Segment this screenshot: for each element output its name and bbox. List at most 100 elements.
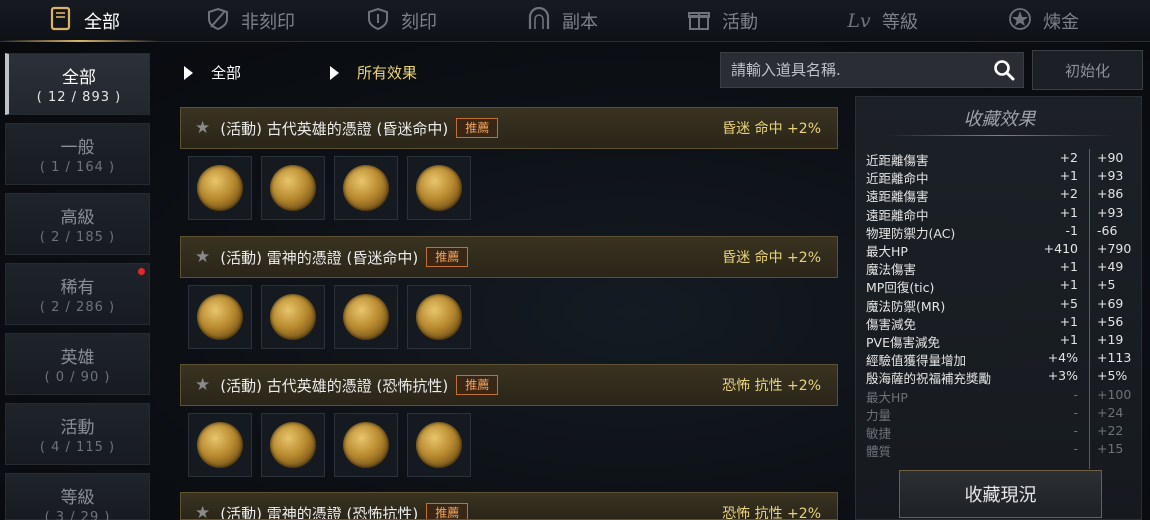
tab-event[interactable]: 活動 <box>686 0 758 42</box>
stat-total: +100 <box>1097 386 1132 402</box>
collection-group-header[interactable]: ★ (活動) 古代英雄的憑證 (恐怖抗性) 推薦 恐怖 抗性 +2% <box>180 364 838 406</box>
item-slot[interactable] <box>334 413 398 477</box>
stat-row: 體質 - +15 <box>866 441 1136 459</box>
stat-value: +1 <box>1059 277 1078 293</box>
reset-button[interactable]: 初始化 <box>1032 50 1143 90</box>
sidebar-item-label: 一般 <box>60 138 95 158</box>
item-slot[interactable] <box>407 413 471 477</box>
breadcrumb-all-effects[interactable]: 所有效果 <box>330 62 417 83</box>
item-slot[interactable] <box>407 156 471 220</box>
item-slot[interactable] <box>261 285 325 349</box>
collection-group-header[interactable]: ★ (活動) 雷神的憑證 (昏迷命中) 推薦 昏迷 命中 +2% <box>180 236 838 278</box>
breadcrumb-all[interactable]: 全部 <box>184 62 241 83</box>
stat-name: 物理防禦力(AC) <box>866 225 956 241</box>
stat-row: 經驗值獲得量增加 +4% +113 <box>866 350 1136 368</box>
search-icon[interactable] <box>993 59 1015 81</box>
stat-row: 力量 - +24 <box>866 405 1136 423</box>
coin-icon <box>197 422 243 468</box>
shield-icon <box>205 7 231 36</box>
sidebar-item-label: 英雄 <box>60 348 95 368</box>
stat-value: +3% <box>1047 368 1078 384</box>
tab-all[interactable]: 全部 <box>48 0 120 42</box>
stat-total: +15 <box>1097 441 1124 457</box>
coin-icon <box>270 165 316 211</box>
sidebar-item-normal[interactable]: 一般 ( 1 / 164 ) <box>5 123 150 185</box>
favorite-star-icon[interactable]: ★ <box>195 375 210 395</box>
stat-value: +1 <box>1059 168 1078 184</box>
sidebar-item-all[interactable]: 全部 ( 12 / 893 ) <box>5 53 150 115</box>
item-slot[interactable] <box>188 156 252 220</box>
gate-icon <box>526 6 552 36</box>
recommend-badge: 推薦 <box>456 118 499 138</box>
book-icon <box>48 6 74 37</box>
sidebar-item-count: ( 3 / 29 ) <box>44 510 111 520</box>
stat-value: - <box>1073 386 1078 402</box>
stat-total: +93 <box>1097 204 1124 220</box>
stat-value: -1 <box>1065 222 1078 238</box>
tab-engraved[interactable]: 刻印 <box>365 0 437 42</box>
item-slot[interactable] <box>407 285 471 349</box>
stat-total: +22 <box>1097 423 1124 438</box>
coin-icon <box>343 422 389 468</box>
stat-total: +19 <box>1097 332 1124 347</box>
active-tab-indicator <box>0 40 158 42</box>
stat-total: +5 <box>1097 277 1116 293</box>
tab-label: 等級 <box>882 12 918 33</box>
stat-row: 最大HP +410 +790 <box>866 241 1136 259</box>
tab-non-engraved[interactable]: 非刻印 <box>205 0 295 42</box>
sidebar-item-hero[interactable]: 英雄 ( 0 / 90 ) <box>5 333 150 395</box>
tab-dungeon[interactable]: 副本 <box>526 0 598 42</box>
favorite-star-icon[interactable]: ★ <box>195 247 210 267</box>
item-slot[interactable] <box>334 285 398 349</box>
stat-name: 體質 <box>866 444 892 460</box>
stat-row: PVE傷害減免 +1 +19 <box>866 332 1136 350</box>
sidebar-item-count: ( 1 / 164 ) <box>39 160 116 175</box>
sidebar-item-level[interactable]: 等級 ( 3 / 29 ) <box>5 473 150 520</box>
star-emblem-icon <box>1007 7 1033 36</box>
collection-status-button[interactable]: 收藏現況 <box>899 470 1102 518</box>
stat-name: 傷害減免 <box>866 316 917 332</box>
coin-icon <box>416 422 462 468</box>
sidebar-item-count: ( 2 / 286 ) <box>39 300 116 315</box>
sidebar-item-label: 全部 <box>62 68 96 88</box>
stat-value: +1 <box>1059 313 1078 329</box>
sidebar-item-count: ( 12 / 893 ) <box>36 90 122 105</box>
triangle-right-icon <box>330 65 339 80</box>
favorite-star-icon[interactable]: ★ <box>195 118 210 138</box>
recommend-badge: 推薦 <box>426 503 469 519</box>
collection-effect: 恐怖 抗性 +2% <box>722 506 821 520</box>
item-slot[interactable] <box>188 285 252 349</box>
item-slot[interactable] <box>188 413 252 477</box>
stat-value: - <box>1073 404 1078 420</box>
stat-name: 魔法傷害 <box>866 262 917 278</box>
stat-total: +113 <box>1097 350 1132 366</box>
tab-alchemy[interactable]: 煉金 <box>1007 0 1079 42</box>
coin-icon <box>416 294 462 340</box>
stat-name: 遠距離傷害 <box>866 189 929 205</box>
collection-effects-panel: 收藏效果 近距離傷害 +2 +90 近距離命中 +1 +93 遠距離傷害 +2 +86 遠距離命中… <box>855 96 1142 520</box>
stat-value: +410 <box>1043 241 1078 256</box>
shield-icon <box>365 7 391 36</box>
stat-row: MP回復(tic) +1 +5 <box>866 277 1136 295</box>
tab-label: 非刻印 <box>241 12 295 33</box>
sidebar-item-advanced[interactable]: 高級 ( 2 / 185 ) <box>5 193 150 255</box>
stat-total: +90 <box>1097 150 1124 165</box>
collection-group-header[interactable]: ★ (活動) 古代英雄的憑證 (昏迷命中) 推薦 昏迷 命中 +2% <box>180 107 838 149</box>
stat-total: +24 <box>1097 404 1124 420</box>
collection-group-header[interactable]: ★ (活動) 雷神的憑證 (恐怖抗性) 推薦 恐怖 抗性 +2% <box>180 492 838 520</box>
item-slot[interactable] <box>334 156 398 220</box>
item-slot[interactable] <box>261 156 325 220</box>
search-input[interactable] <box>731 61 981 79</box>
tab-level[interactable]: Lv 等級 <box>846 0 918 42</box>
sidebar-item-event[interactable]: 活動 ( 4 / 115 ) <box>5 403 150 465</box>
tab-label: 活動 <box>722 12 758 33</box>
stat-total: +93 <box>1097 168 1124 184</box>
favorite-star-icon[interactable]: ★ <box>195 503 210 519</box>
notification-dot <box>138 268 145 275</box>
triangle-right-icon <box>184 65 193 80</box>
sidebar-item-rare[interactable]: 稀有 ( 2 / 286 ) <box>5 263 150 325</box>
stat-total: +86 <box>1097 186 1124 202</box>
item-slot[interactable] <box>261 413 325 477</box>
stat-row: 近距離命中 +1 +93 <box>866 168 1136 186</box>
stat-name: 最大HP <box>866 389 908 405</box>
